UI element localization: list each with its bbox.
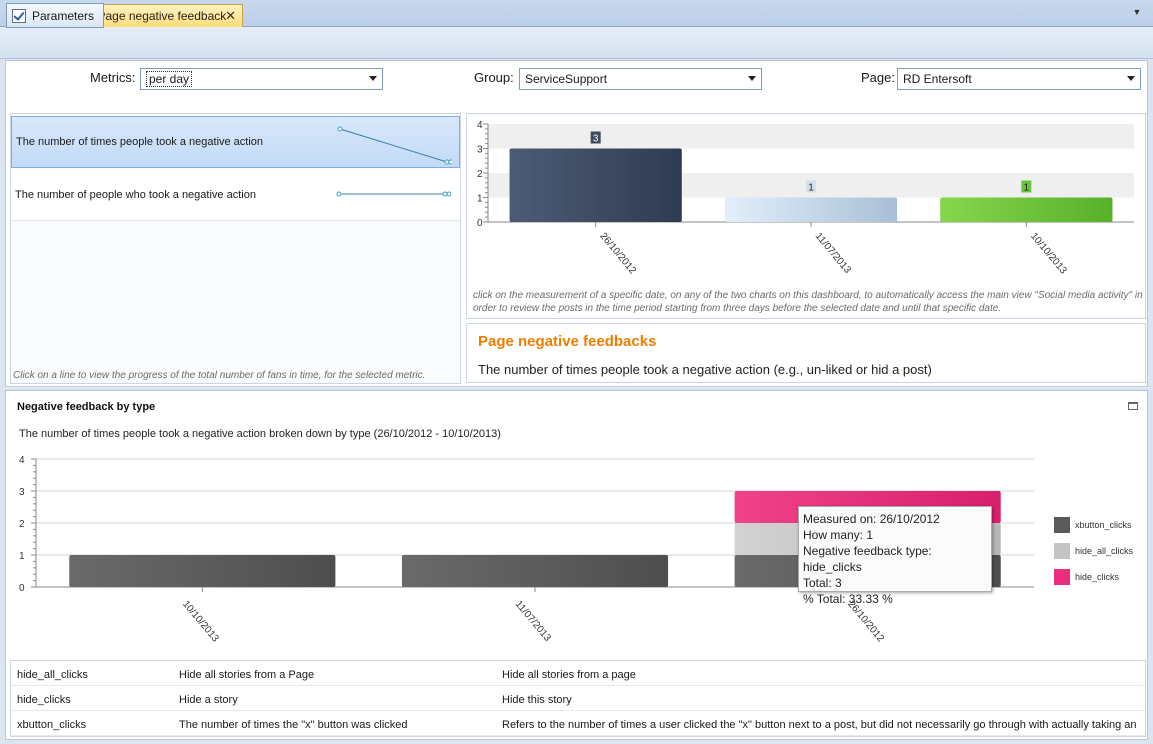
x-tick-label: 10/10/2013: [180, 599, 221, 645]
legend-item-hide-clicks: hide_clicks: [1054, 569, 1149, 587]
tooltip-line: Measured on: 26/10/2012: [803, 512, 940, 526]
metric-list-hint: Click on a line to view the progress of …: [13, 370, 426, 381]
group-combobox-value: ServiceSupport: [525, 72, 608, 86]
legend-swatch: [1054, 543, 1070, 559]
sparkline-flat: [336, 191, 451, 197]
bar-11/07/2013: [724, 197, 898, 222]
y-tick-label: 0: [19, 583, 25, 594]
description-cell: Refers to the number of times a user cli…: [502, 719, 1137, 731]
title-cell: The number of times the "x" button was c…: [179, 719, 408, 731]
type-cell: hide_all_clicks: [17, 669, 88, 681]
group-label: Group:: [474, 70, 514, 85]
y-tick-label: 2: [477, 169, 483, 180]
metric-list-item-label: The number of people who took a negative…: [15, 188, 256, 201]
y-tick-label: 2: [19, 519, 25, 530]
bar-xbutton_clicks-11/07/2013: [401, 555, 669, 587]
close-tab-icon[interactable]: ✕: [225, 8, 236, 24]
title-cell: Hide all stories from a Page: [179, 669, 315, 681]
description-cell: Hide this story: [502, 694, 572, 706]
table-row[interactable]: xbutton_clicks The number of times the "…: [11, 711, 1145, 736]
metrics-label: Metrics:: [90, 70, 136, 85]
metrics-combobox-value: per day: [146, 71, 193, 87]
x-tick-label: 11/07/2013: [513, 599, 553, 644]
y-tick-label: 4: [477, 120, 483, 131]
type-cell: xbutton_clicks: [17, 719, 87, 731]
data-label: 1: [808, 183, 814, 194]
legend-swatch: [1054, 517, 1070, 533]
metric-list-item-negative-actions[interactable]: The number of times people took a negati…: [11, 116, 460, 168]
tooltip-line: % Total: 33.33 %: [803, 592, 893, 606]
tooltip-line: Total: 3: [803, 576, 842, 590]
parameters-button-label: Parameters: [32, 8, 95, 23]
page-combobox[interactable]: RD Entersoft: [897, 68, 1141, 90]
legend-item-xbutton-clicks: xbutton_clicks: [1054, 517, 1149, 535]
legend-label: hide_all_clicks: [1075, 546, 1134, 556]
bar-26/10/2012: [509, 148, 682, 222]
horizontal-splitter[interactable]: [5, 386, 1148, 391]
table-row[interactable]: hide_all_clicks Hide all stories from a …: [11, 661, 1145, 686]
data-label: 1: [1024, 183, 1030, 194]
chevron-down-icon: [369, 76, 377, 81]
feedback-section-title: Negative feedback by type: [17, 401, 156, 413]
chevron-down-icon: [748, 76, 756, 81]
y-tick-label: 1: [19, 551, 25, 562]
title-cell: Hide a story: [179, 694, 238, 706]
x-tick-label: 10/10/2013: [1028, 231, 1069, 277]
checkbox-icon: [12, 8, 26, 23]
chart2-labels: 10/10/2013 11/07/2013 26/10/2012: [180, 599, 886, 645]
bar-xbutton_clicks-10/10/2013: [69, 555, 336, 587]
bar-10/10/2013: [940, 197, 1113, 222]
y-tick-label: 3: [19, 487, 25, 498]
page-label: Page:: [861, 70, 895, 85]
daily-negative-actions-chart[interactable]: 0 1 2 3 4 3 26/10/2012 1 11/07/2013 1 10/10/2013: [470, 118, 1142, 286]
y-tick-label: 0: [477, 218, 483, 229]
y-tick-label: 3: [477, 145, 483, 156]
x-tick-label: 26/10/2012: [597, 231, 638, 277]
toolbar: [0, 27, 1153, 59]
x-tick-label: 11/07/2013: [813, 231, 853, 276]
y-tick-label: 1: [477, 194, 483, 205]
feedback-types-table: hide_all_clicks Hide all stories from a …: [10, 660, 1146, 737]
tab-list-dropdown-icon[interactable]: ▼: [1129, 7, 1145, 21]
y-tick-label: 4: [19, 455, 25, 466]
metrics-combobox[interactable]: per day: [140, 68, 383, 90]
parameters-button[interactable]: Parameters: [6, 3, 105, 28]
legend-label: xbutton_clicks: [1075, 520, 1132, 530]
metric-list: The number of times people took a negati…: [10, 113, 461, 384]
type-cell: hide_clicks: [17, 694, 71, 706]
description-cell: Hide all stories from a page: [502, 669, 636, 681]
info-title: Page negative feedbacks: [478, 333, 657, 350]
data-label: 3: [593, 134, 599, 145]
chart-tooltip: Measured on: 26/10/2012 How many: 1 Nega…: [798, 506, 992, 606]
feedback-section-subtitle: The number of times people took a negati…: [19, 428, 501, 440]
legend-label: hide_clicks: [1075, 572, 1120, 582]
chevron-down-icon: [1127, 76, 1135, 81]
page-combobox-value: RD Entersoft: [903, 72, 972, 86]
group-combobox[interactable]: ServiceSupport: [519, 68, 762, 90]
legend-swatch: [1054, 569, 1070, 585]
metric-list-item-negative-people[interactable]: The number of people who took a negative…: [11, 169, 460, 221]
grid-band: [488, 124, 1134, 149]
tooltip-line: Negative feedback type: hide_clicks: [803, 544, 932, 574]
sparkline-decreasing: [337, 126, 452, 165]
minimize-icon[interactable]: [1128, 402, 1138, 410]
info-description: The number of times people took a negati…: [478, 362, 932, 377]
chart1-hint: click on the measurement of a specific d…: [473, 290, 1143, 314]
table-row[interactable]: hide_clicks Hide a story Hide this story: [11, 686, 1145, 711]
tooltip-line: How many: 1: [803, 528, 874, 542]
metric-list-item-label: The number of times people took a negati…: [16, 136, 264, 148]
legend-item-hide-all-clicks: hide_all_clicks: [1054, 543, 1149, 561]
